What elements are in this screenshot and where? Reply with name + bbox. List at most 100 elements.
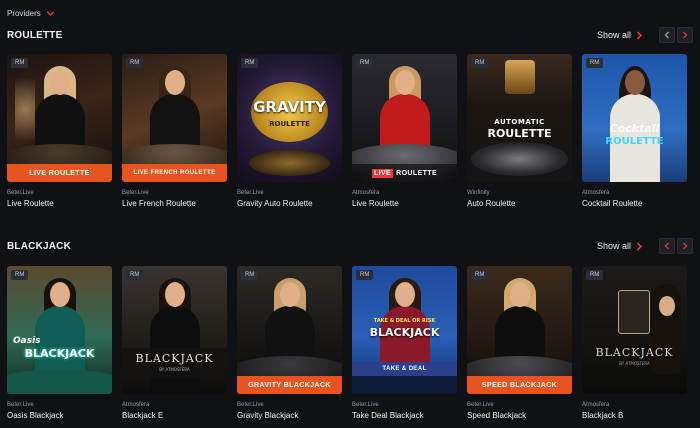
game-card[interactable]: RM GRAVITY ROULETTE Beter.Live Gravity A… xyxy=(237,54,342,208)
rm-badge: RM xyxy=(241,58,259,68)
game-art-title: GRAVITY BLACKJACK xyxy=(248,381,331,389)
game-card[interactable]: RM LIVE FRENCH ROULETTE Beter.Live Live … xyxy=(122,54,227,208)
game-thumbnail[interactable]: RM BLACKJACK BY ATMOSFERA xyxy=(122,266,227,394)
carousel-next-button[interactable] xyxy=(677,27,693,43)
rm-badge: RM xyxy=(11,58,29,68)
game-name: Auto Roulette xyxy=(467,199,516,208)
rm-badge: RM xyxy=(356,270,374,280)
game-card[interactable]: RM LIVE ROULETTE Beter.Live Live Roulett… xyxy=(7,54,112,208)
game-name: Blackjack E xyxy=(122,411,164,420)
show-all-label: Show all xyxy=(596,30,631,40)
section-title: BLACKJACK xyxy=(7,241,72,252)
chevron-right-icon xyxy=(683,242,688,250)
game-thumbnail[interactable]: RM LIVE ROULETTE xyxy=(352,54,457,182)
game-card[interactable]: RM LIVE ROULETTE Atmosfera Live Roulette xyxy=(352,54,457,208)
game-provider: Beter.Live xyxy=(122,190,149,196)
game-provider: Beter.Live xyxy=(237,402,264,408)
game-card[interactable]: RM BLACKJACK BY ATMOSFERA Atmosfera Blac… xyxy=(122,266,227,420)
game-art-subtitle: ROULETTE xyxy=(487,127,552,140)
game-provider: Atmosfera xyxy=(582,190,610,196)
game-provider: Beter.Live xyxy=(7,402,34,408)
chevron-right-icon xyxy=(636,30,643,40)
game-card[interactable]: RM BLACKJACK BY ATMOSFERA Atmosfera Blac… xyxy=(582,266,687,420)
game-art-title: TAKE & DEAL OR RISK xyxy=(373,318,436,324)
game-name: Take Deal Blackjack xyxy=(352,411,424,420)
providers-filter[interactable]: Providers xyxy=(7,6,55,20)
game-provider: Atmosfera xyxy=(582,402,610,408)
game-thumbnail[interactable]: RM TAKE & DEAL OR RISK BLACKJACK TAKE & … xyxy=(352,266,457,394)
game-art-subtitle: BY ATMOSFERA xyxy=(619,361,650,366)
game-art-subtitle: BY ATMOSFERA xyxy=(159,367,190,372)
game-art-title: Oasis xyxy=(13,336,41,346)
game-provider: Atmosfera xyxy=(352,190,380,196)
game-thumbnail[interactable]: RM Oasis BLACKJACK xyxy=(7,266,112,394)
chevron-left-icon xyxy=(664,242,669,250)
game-thumbnail[interactable]: RM SPEED BLACKJACK xyxy=(467,266,572,394)
rm-badge: RM xyxy=(126,58,144,68)
carousel-next-button[interactable] xyxy=(677,238,693,254)
game-art-title: AUTOMATIC xyxy=(494,118,545,126)
section-title: ROULETTE xyxy=(7,30,63,41)
chevron-right-icon xyxy=(683,31,688,39)
rm-badge: RM xyxy=(586,270,604,280)
show-all-button[interactable]: Show all xyxy=(597,241,643,251)
game-art-title: Cocktail xyxy=(609,122,660,135)
game-card[interactable]: RM TAKE & DEAL OR RISK BLACKJACK TAKE & … xyxy=(352,266,457,420)
show-all-button[interactable]: Show all xyxy=(597,30,643,40)
roulette-card-list: RM LIVE ROULETTE Beter.Live Live Roulett… xyxy=(7,54,687,208)
game-thumbnail[interactable]: RM Cocktail ROULETTE xyxy=(582,54,687,182)
game-provider: Beter.Live xyxy=(467,402,494,408)
game-name: Speed Blackjack xyxy=(467,411,527,420)
game-card[interactable]: RM SPEED BLACKJACK Beter.Live Speed Blac… xyxy=(467,266,572,420)
carousel-prev-button[interactable] xyxy=(659,238,675,254)
rm-badge: RM xyxy=(471,270,489,280)
game-name: Cocktail Roulette xyxy=(582,199,643,208)
game-name: Gravity Auto Roulette xyxy=(237,199,313,208)
game-art-title: BLACKJACK xyxy=(595,346,674,359)
game-art-subtitle: BLACKJACK xyxy=(24,347,95,360)
blackjack-header: BLACKJACK Show all xyxy=(7,238,693,258)
game-thumbnail[interactable]: RM GRAVITY BLACKJACK xyxy=(237,266,342,394)
game-name: Oasis Blackjack xyxy=(7,411,64,420)
roulette-header: ROULETTE Show all xyxy=(7,27,693,47)
rm-badge: RM xyxy=(356,58,374,68)
game-name: Live French Roulette xyxy=(122,199,196,208)
rm-badge: RM xyxy=(471,58,489,68)
game-thumbnail[interactable]: RM LIVE ROULETTE xyxy=(7,54,112,182)
rm-badge: RM xyxy=(126,270,144,280)
chevron-down-icon xyxy=(46,10,54,16)
rm-badge: RM xyxy=(586,58,604,68)
game-art-title: SPEED BLACKJACK xyxy=(481,381,558,389)
game-thumbnail[interactable]: RM GRAVITY ROULETTE xyxy=(237,54,342,182)
rm-badge: RM xyxy=(11,270,29,280)
game-art-subtitle: ROULETTE xyxy=(605,136,664,147)
blackjack-card-list: RM Oasis BLACKJACK Beter.Live Oasis Blac… xyxy=(7,266,687,420)
game-thumbnail[interactable]: RM BLACKJACK BY ATMOSFERA xyxy=(582,266,687,394)
game-art-title: LIVE ROULETTE xyxy=(29,169,90,177)
game-art-title: GRAVITY xyxy=(253,98,326,116)
game-thumbnail[interactable]: RM LIVE FRENCH ROULETTE xyxy=(122,54,227,182)
game-thumbnail[interactable]: RM AUTOMATIC ROULETTE xyxy=(467,54,572,182)
providers-filter-label: Providers xyxy=(7,8,41,18)
game-art-subtitle: BLACKJACK xyxy=(369,326,440,339)
game-name: Live Roulette xyxy=(352,199,399,208)
game-name: Live Roulette xyxy=(7,199,54,208)
game-card[interactable]: RM Cocktail ROULETTE Atmosfera Cocktail … xyxy=(582,54,687,208)
game-card[interactable]: RM Oasis BLACKJACK Beter.Live Oasis Blac… xyxy=(7,266,112,420)
game-art-title: BLACKJACK xyxy=(135,352,214,365)
game-art-caption: TAKE & DEAL xyxy=(382,366,427,372)
game-name: Gravity Blackjack xyxy=(237,411,299,420)
game-card[interactable]: RM AUTOMATIC ROULETTE Winfinity Auto Rou… xyxy=(467,54,572,208)
card-emblem xyxy=(618,290,650,334)
game-art-subtitle: ROULETTE xyxy=(269,120,310,128)
game-card[interactable]: RM GRAVITY BLACKJACK Beter.Live Gravity … xyxy=(237,266,342,420)
game-name: Blackjack B xyxy=(582,411,624,420)
game-provider: Beter.Live xyxy=(7,190,34,196)
game-art-title: LIVE FRENCH ROULETTE xyxy=(133,170,216,176)
game-art-title: LIVE xyxy=(371,168,394,178)
carousel-prev-button[interactable] xyxy=(659,27,675,43)
chevron-right-icon xyxy=(636,241,643,251)
game-art-subtitle: ROULETTE xyxy=(396,169,438,177)
game-provider: Atmosfera xyxy=(122,402,150,408)
game-provider: Beter.Live xyxy=(237,190,264,196)
